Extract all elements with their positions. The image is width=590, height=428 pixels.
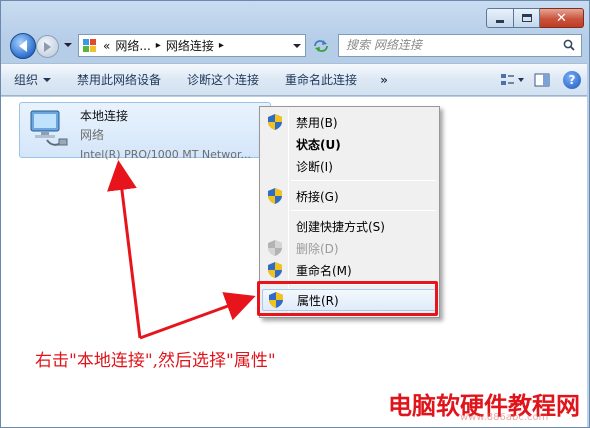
network-connection-icon	[30, 110, 68, 146]
search-input[interactable]: 搜索 网络连接	[338, 34, 582, 57]
search-icon[interactable]	[563, 39, 575, 51]
menu-item-create-shortcut[interactable]: 创建快捷方式(S)	[262, 215, 437, 237]
more-commands-button[interactable]: »	[370, 73, 398, 87]
menu-label: 诊断(I)	[296, 159, 333, 174]
minimize-icon	[496, 19, 504, 23]
menu-separator	[291, 180, 436, 181]
breadcrumb-network-connections[interactable]: 网络连接	[166, 37, 214, 54]
disable-device-button[interactable]: 禁用此网络设备	[64, 71, 174, 88]
diagnose-connection-button[interactable]: 诊断这个连接	[174, 71, 272, 88]
menu-separator	[291, 210, 436, 211]
address-dropdown-icon[interactable]	[293, 44, 301, 48]
watermark-url: www.886abc.com	[460, 412, 549, 423]
help-icon: ?	[563, 70, 581, 89]
control-panel-icon	[83, 38, 99, 53]
breadcrumb-separator[interactable]: ▸	[156, 40, 161, 51]
menu-item-diagnose[interactable]: 诊断(I)	[262, 155, 437, 177]
menu-label: 创建快捷方式(S)	[296, 219, 385, 234]
chevron-down-icon	[43, 77, 52, 82]
refresh-button[interactable]	[310, 35, 332, 57]
search-placeholder: 搜索 网络连接	[346, 38, 422, 52]
forward-arrow-icon	[44, 41, 51, 52]
menu-item-rename[interactable]: 重命名(M)	[262, 259, 437, 281]
properties-highlight-box	[257, 281, 438, 316]
address-bar[interactable]: « 网络... ▸ 网络连接 ▸	[78, 34, 306, 57]
command-bar: 组织 禁用此网络设备 诊断这个连接 重命名此连接 » ?	[1, 63, 587, 96]
help-button[interactable]: ?	[557, 69, 587, 91]
back-arrow-icon	[19, 40, 27, 52]
maximize-icon	[521, 14, 532, 22]
menu-label: 禁用(B)	[296, 115, 338, 130]
menu-label: 状态(U)	[296, 137, 341, 152]
menu-item-delete: 删除(D)	[262, 237, 437, 259]
preview-pane-button[interactable]	[527, 69, 557, 91]
shield-icon	[268, 262, 282, 278]
breadcrumb-network[interactable]: 网络...	[115, 37, 150, 54]
back-button[interactable]	[10, 33, 36, 59]
instruction-annotation: 右击"本地连接",然后选择"属性"	[35, 351, 276, 371]
menu-item-disable[interactable]: 禁用(B)	[262, 111, 437, 133]
breadcrumb-separator-end[interactable]: ▸	[219, 40, 224, 51]
view-options-button[interactable]	[497, 69, 527, 91]
forward-button[interactable]	[36, 35, 59, 58]
organize-label: 组织	[14, 73, 39, 87]
menu-label: 删除(D)	[296, 241, 339, 256]
minimize-button[interactable]	[486, 8, 514, 28]
close-button[interactable]: ✕	[540, 8, 584, 28]
address-overflow[interactable]: «	[103, 39, 110, 53]
view-icon	[501, 73, 524, 85]
history-dropdown-icon[interactable]	[64, 43, 72, 47]
maximize-button[interactable]	[514, 8, 540, 28]
local-connection-item[interactable]: 本地连接 网络 Intel(R) PRO/1000 MT Networ...	[19, 102, 271, 161]
refresh-icon	[314, 40, 328, 52]
shield-icon-disabled	[268, 240, 282, 256]
shield-icon	[268, 188, 282, 204]
menu-item-status[interactable]: 状态(U)	[262, 133, 437, 155]
rename-connection-button[interactable]: 重命名此连接	[272, 71, 370, 88]
menu-label: 桥接(G)	[296, 189, 339, 204]
preview-pane-icon	[534, 73, 550, 86]
connection-name: 本地连接	[80, 109, 129, 123]
connection-device: Intel(R) PRO/1000 MT Networ...	[80, 148, 251, 161]
menu-item-bridge[interactable]: 桥接(G)	[262, 185, 437, 207]
organize-button[interactable]: 组织	[1, 71, 64, 88]
caption-buttons: ✕	[486, 8, 584, 28]
connection-type: 网络	[80, 128, 105, 142]
menu-label: 重命名(M)	[296, 263, 352, 278]
close-icon: ✕	[556, 10, 567, 26]
shield-icon	[268, 114, 282, 130]
